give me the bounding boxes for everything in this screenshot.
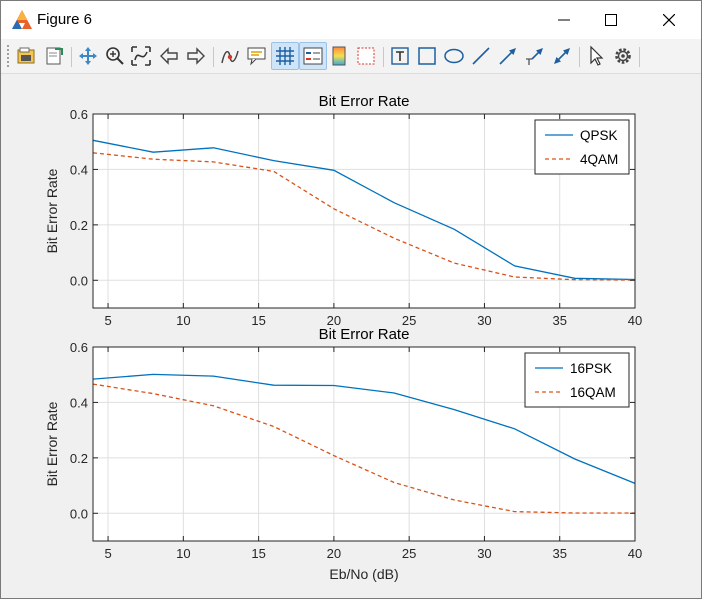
legend-entry: 16QAM: [570, 385, 616, 400]
settings-gear-icon[interactable]: [610, 43, 636, 69]
toolbar-separator: [213, 47, 214, 67]
rectangle-icon[interactable]: [414, 43, 440, 69]
x-tick-label: 5: [104, 546, 111, 561]
y-tick-label: 0.4: [70, 395, 88, 410]
legend-entry: 16PSK: [570, 361, 612, 376]
y-tick-label: 0.0: [70, 273, 88, 288]
open-file-icon[interactable]: [13, 43, 39, 69]
double-arrow-icon[interactable]: [549, 43, 575, 69]
toolbar-separator: [383, 47, 384, 67]
matlab-logo-icon: [12, 10, 32, 29]
window-title: Figure 6: [37, 11, 93, 28]
x-tick-label: 10: [176, 546, 190, 561]
plot-title: Bit Error Rate: [319, 326, 410, 343]
y-tick-label: 0.2: [70, 451, 88, 466]
grid-icon[interactable]: [271, 42, 299, 70]
y-tick-label: 0.4: [70, 162, 88, 177]
x-tick-label: 15: [251, 313, 265, 328]
x-tick-label: 5: [104, 313, 111, 328]
figure-toolbar: [1, 39, 701, 74]
text-box-icon[interactable]: [387, 43, 413, 69]
title-bar[interactable]: Figure 6: [1, 1, 701, 39]
x-tick-label: 10: [176, 313, 190, 328]
x-tick-label: 35: [552, 546, 566, 561]
figure-canvas: 5 10 15 20 25 30 35 40 0.0 0.2 0.4 0.6 Bit Error Rat…: [1, 74, 701, 598]
brush-icon[interactable]: [217, 43, 243, 69]
data-tips-icon[interactable]: [244, 43, 270, 69]
close-button[interactable]: [646, 1, 692, 39]
minimize-button[interactable]: [541, 1, 587, 39]
x-tick-label: 25: [402, 546, 416, 561]
line-icon[interactable]: [468, 43, 494, 69]
y-tick-label: 0.0: [70, 506, 88, 521]
close-icon: [663, 14, 675, 26]
y-axis-label: Bit Error Rate: [44, 168, 60, 253]
minimize-icon: [558, 19, 570, 21]
arrow-icon[interactable]: [495, 43, 521, 69]
toolbar-separator: [639, 47, 640, 67]
save-figure-icon[interactable]: [41, 43, 67, 69]
legend-entry: QPSK: [580, 128, 618, 143]
figure-window: Figure 6 5 10 15 20 25 30 35 40 0.0 0.2 …: [0, 0, 702, 599]
x-tick-label: 20: [327, 546, 341, 561]
y-tick-label: 0.6: [70, 107, 88, 122]
pan-icon[interactable]: [75, 43, 101, 69]
maximize-icon: [605, 14, 617, 26]
ellipse-icon[interactable]: [441, 43, 467, 69]
x-tick-label: 30: [477, 313, 491, 328]
forward-arrow-icon[interactable]: [183, 43, 209, 69]
y-tick-label: 0.6: [70, 340, 88, 355]
x-tick-label: 35: [552, 313, 566, 328]
text-arrow-icon[interactable]: [522, 43, 548, 69]
toolbar-separator: [71, 47, 72, 67]
zoom-in-icon[interactable]: [102, 43, 128, 69]
back-arrow-icon[interactable]: [156, 43, 182, 69]
x-tick-label: 40: [628, 546, 642, 561]
plot-box-icon[interactable]: [353, 43, 379, 69]
legend-icon[interactable]: [299, 42, 327, 70]
select-pointer-icon[interactable]: [583, 43, 609, 69]
legend-entry: 4QAM: [580, 152, 618, 167]
y-tick-label: 0.2: [70, 218, 88, 233]
maximize-button[interactable]: [588, 1, 634, 39]
x-axis-label: Eb/No (dB): [329, 566, 398, 582]
colorbar-icon[interactable]: [326, 43, 352, 69]
plot-area: 5 10 15 20 25 30 35 40 0.0 0.2 0.4 0.6 Bit Error Rat…: [44, 93, 642, 582]
x-tick-label: 30: [477, 546, 491, 561]
plot-title: Bit Error Rate: [319, 93, 410, 110]
data-cursor-icon[interactable]: [128, 43, 154, 69]
toolbar-grip[interactable]: [7, 45, 11, 67]
y-axis-label: Bit Error Rate: [44, 401, 60, 486]
x-tick-label: 40: [628, 313, 642, 328]
x-tick-label: 15: [251, 546, 265, 561]
toolbar-separator: [579, 47, 580, 67]
